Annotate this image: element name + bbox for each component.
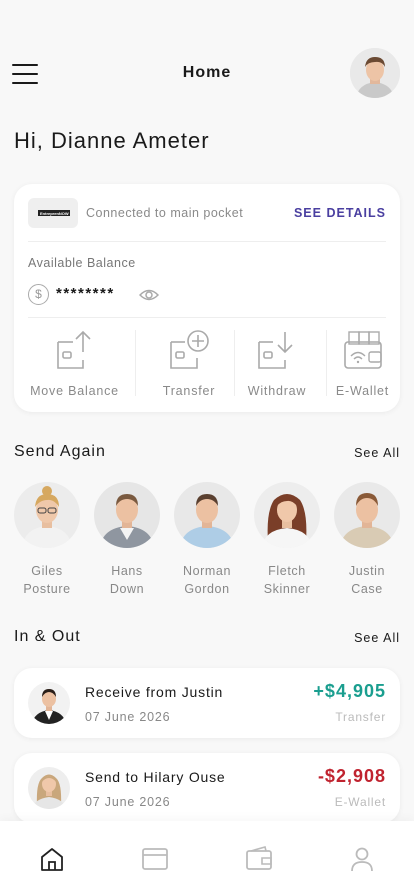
- divider: [28, 241, 386, 242]
- contact-name: Justin Case: [348, 564, 386, 596]
- profile-icon[interactable]: [348, 845, 376, 873]
- transfer-button[interactable]: Transfer: [136, 318, 242, 408]
- transaction-amount: +$4,905: [313, 681, 386, 701]
- contact-item[interactable]: Hans Down: [94, 482, 160, 598]
- bottom-nav: [0, 821, 414, 896]
- action-label: E-Wallet: [335, 384, 390, 398]
- move-balance-button[interactable]: Move Balance: [14, 318, 135, 408]
- quick-actions: Move Balance Transfer Withdraw E-Wallet: [14, 318, 400, 408]
- wallet-icon[interactable]: [245, 845, 273, 873]
- transaction-avatar: [28, 767, 70, 809]
- contact-name: Hans Down: [109, 564, 145, 596]
- dollar-icon: $: [28, 284, 49, 305]
- available-balance-label: Available Balance: [28, 256, 136, 270]
- contact-name: Norman Gordon: [182, 564, 232, 596]
- contact-avatar: [254, 482, 320, 548]
- transaction-avatar: [28, 682, 70, 724]
- transaction-title: Send to Hilary Ouse: [85, 769, 226, 785]
- contact-avatar: [94, 482, 160, 548]
- eye-icon[interactable]: [138, 286, 160, 304]
- app-header: Home: [0, 47, 414, 99]
- action-label: Withdraw: [247, 384, 307, 398]
- move-balance-icon: [56, 330, 91, 369]
- transaction-type: E-Wallet: [334, 795, 386, 809]
- transaction-title: Receive from Justin: [85, 684, 224, 700]
- in-out-see-all[interactable]: See All: [354, 631, 400, 645]
- contact-item[interactable]: Justin Case: [334, 482, 400, 598]
- contact-item[interactable]: Norman Gordon: [174, 482, 240, 598]
- e-wallet-icon: [343, 331, 382, 369]
- contact-avatar: [174, 482, 240, 548]
- transfer-icon: [170, 330, 209, 369]
- send-again-see-all[interactable]: See All: [354, 446, 400, 460]
- contact-item[interactable]: Fletch Skinner: [254, 482, 320, 598]
- transaction-row[interactable]: Send to Hilary Ouse 07 June 2026 -$2,908…: [14, 753, 400, 823]
- contact-name: Fletch Skinner: [263, 564, 311, 596]
- bank-logo: EntreprenNOW: [28, 198, 78, 228]
- contact-avatar: [334, 482, 400, 548]
- card-icon[interactable]: [141, 845, 169, 873]
- contact-avatar: [14, 482, 80, 548]
- balance-card: EntreprenNOW Connected to main pocket SE…: [14, 184, 400, 412]
- transaction-row[interactable]: Receive from Justin 07 June 2026 +$4,905…: [14, 668, 400, 738]
- withdraw-icon: [258, 332, 293, 369]
- balance-value: ********: [56, 285, 115, 302]
- send-again-title: Send Again: [14, 443, 106, 460]
- home-icon[interactable]: [38, 845, 66, 873]
- greeting: Hi, Dianne Ameter: [14, 128, 210, 153]
- e-wallet-button[interactable]: E-Wallet: [327, 318, 398, 408]
- user-avatar[interactable]: [350, 48, 400, 98]
- transaction-type: Transfer: [335, 710, 386, 724]
- action-label: Move Balance: [30, 384, 119, 398]
- see-details-link[interactable]: SEE DETAILS: [294, 206, 386, 220]
- transaction-date: 07 June 2026: [85, 795, 171, 809]
- contact-item[interactable]: Giles Posture: [14, 482, 80, 598]
- in-out-title: In & Out: [14, 628, 81, 645]
- transaction-amount: -$2,908: [317, 766, 386, 786]
- connected-text: Connected to main pocket: [86, 206, 244, 220]
- contact-name: Giles Posture: [23, 564, 71, 596]
- transaction-date: 07 June 2026: [85, 710, 171, 724]
- action-label: Transfer: [162, 384, 216, 398]
- withdraw-button[interactable]: Withdraw: [235, 318, 319, 408]
